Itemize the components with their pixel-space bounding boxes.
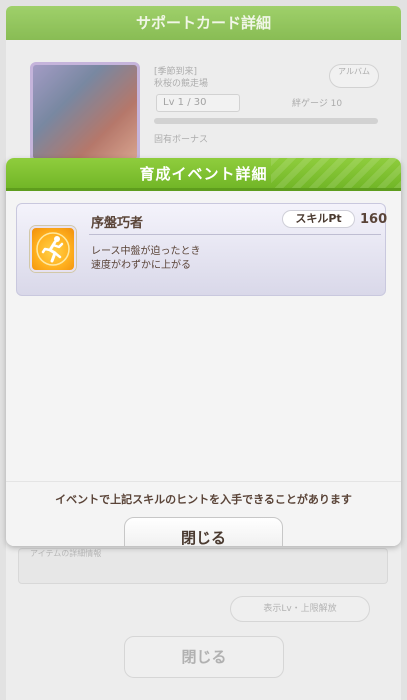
skill-description-line1: レース中盤が迫ったとき: [91, 246, 201, 257]
skill-divider: [89, 234, 381, 235]
info-divider: [6, 481, 401, 482]
skill-description-line2: 速度がわずかに上がる: [91, 260, 191, 271]
skill-name: 序盤巧者: [91, 216, 144, 231]
dialog-body: 序盤巧者 スキルPt 160 レース中盤が迫ったとき 速度がわずかに上がる イベ…: [6, 191, 401, 546]
dialog-header: 育成イベント詳細: [6, 158, 401, 191]
close-button[interactable]: 閉じる: [124, 517, 283, 546]
running-speed-icon: [30, 226, 76, 272]
dialog-title: 育成イベント詳細: [139, 165, 268, 183]
training-event-dialog: 育成イベント詳細 序盤巧者 スキルPt 160 レース中盤が迫ったとき 速度がわ…: [6, 158, 401, 546]
skill-card[interactable]: 序盤巧者 スキルPt 160 レース中盤が迫ったとき 速度がわずかに上がる: [16, 203, 388, 296]
skill-pt-value: 160: [360, 212, 388, 227]
info-message: イベントで上記スキルのヒントを入手できることがあります: [55, 493, 352, 506]
skill-pt-badge: スキルPt: [282, 210, 355, 228]
